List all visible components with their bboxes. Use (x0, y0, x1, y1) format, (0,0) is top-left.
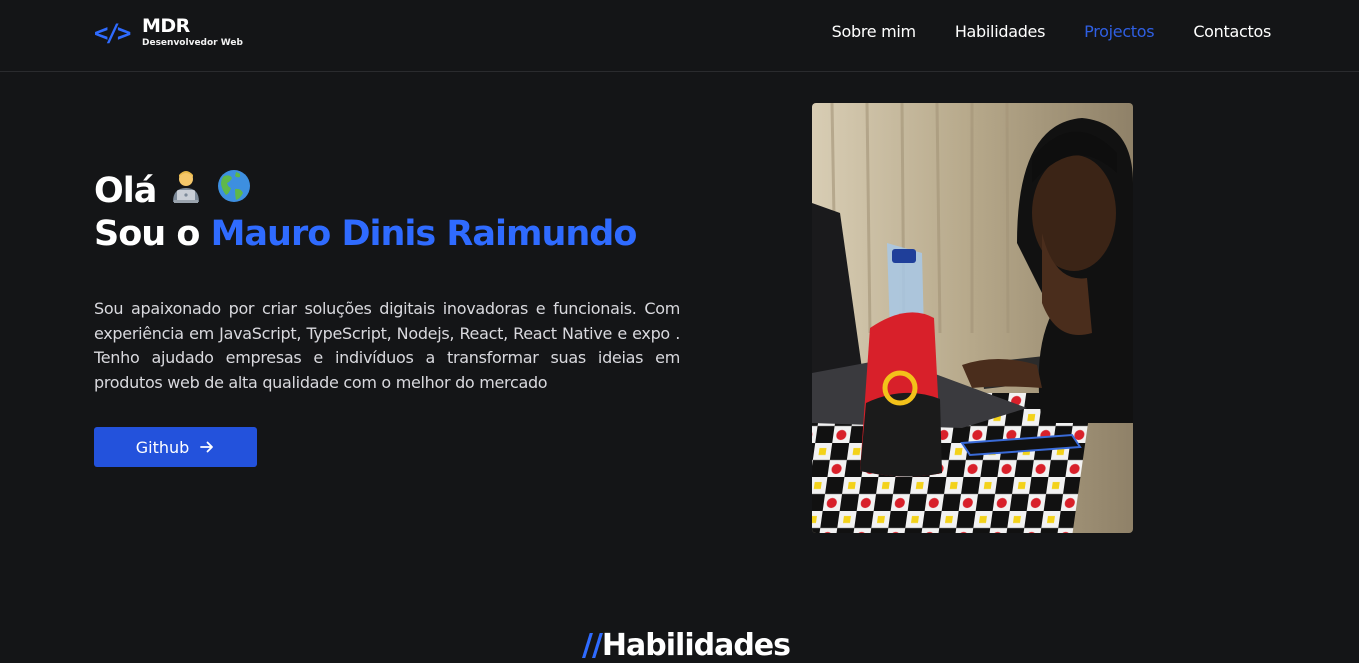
nav-link-contactos[interactable]: Contactos (1193, 22, 1271, 41)
intro-text: Sou o (94, 214, 200, 254)
hero-section: Olá Sou o Mauro Dinis Raimundo Sou apaix… (94, 168, 684, 395)
greeting-heading: Olá (94, 168, 684, 213)
nav-link-habilidades[interactable]: Habilidades (955, 22, 1046, 41)
brand-text: MDR Desenvolvedor Web (142, 16, 243, 49)
bio-paragraph: Sou apaixonado por criar soluções digita… (94, 299, 680, 392)
nav-link-projectos[interactable]: Projectos (1084, 22, 1154, 41)
technologist-icon (168, 168, 204, 213)
intro-heading: Sou o Mauro Dinis Raimundo (94, 213, 684, 255)
navbar: </> MDR Desenvolvedor Web Sobre mim Habi… (0, 0, 1359, 72)
github-button[interactable]: Github (94, 427, 257, 467)
main-nav: Sobre mim Habilidades Projectos Contacto… (832, 22, 1272, 41)
nav-link-sobre-mim[interactable]: Sobre mim (832, 22, 916, 41)
brand-title: MDR (142, 15, 190, 37)
profile-photo (812, 103, 1133, 533)
globe-americas-icon (216, 168, 252, 213)
code-brackets-icon: </> (94, 18, 131, 47)
github-button-label: Github (135, 437, 190, 457)
developer-name: Mauro Dinis Raimundo (210, 214, 638, 254)
greeting-text: Olá (94, 170, 157, 211)
brand-logo[interactable]: </> MDR Desenvolvedor Web (94, 16, 243, 49)
arrow-right-icon (200, 441, 214, 453)
brand-subtitle: Desenvolvedor Web (142, 38, 243, 48)
